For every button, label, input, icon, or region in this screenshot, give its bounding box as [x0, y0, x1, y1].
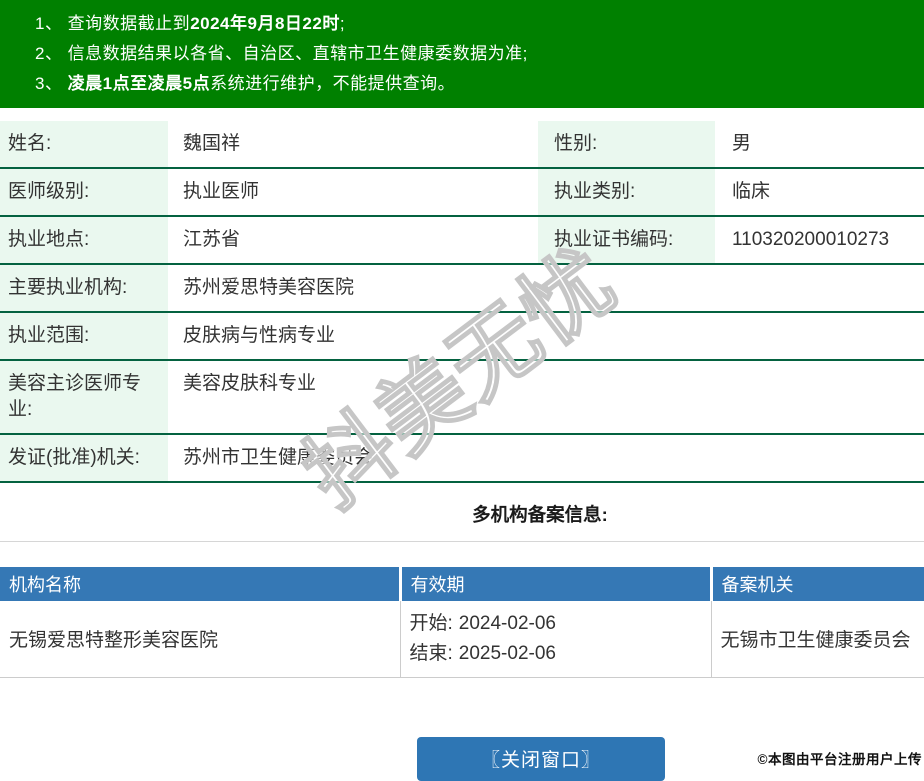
validity-cell: 开始: 2024-02-06 结束: 2025-02-06	[400, 601, 712, 678]
org-table-row: 无锡爱思特整形美容医院 开始: 2024-02-06 结束: 2025-02-06 …	[0, 601, 924, 678]
section-title-multi-org: 多机构备案信息:	[472, 504, 608, 525]
column-header-authority: 备案机关	[711, 567, 924, 601]
field-value-name: 魏国祥	[168, 121, 538, 169]
field-label-practice-place: 执业地点:	[0, 216, 168, 265]
field-label-cert-number: 执业证书编码:	[538, 216, 715, 265]
field-label-main-institution: 主要执业机构:	[0, 264, 168, 313]
field-label-practice-class: 执业类别:	[538, 168, 715, 217]
column-header-validity: 有效期	[400, 567, 713, 601]
notice-line-2: 2、 信息数据结果以各省、自治区、直辖市卫生健康委数据为准;	[35, 44, 528, 63]
authority-cell: 无锡市卫生健康委员会	[711, 601, 924, 678]
validity-end: 结束: 2025-02-06	[409, 642, 556, 664]
field-value-main-institution: 苏州爱思特美容医院	[168, 264, 924, 313]
notice-line-1: 1、 查询数据截止到2024年9月8日22时;	[35, 14, 346, 33]
validity-start: 开始: 2024-02-06	[409, 612, 556, 634]
field-label-practice-scope: 执业范围:	[0, 312, 168, 361]
field-value-practice-scope: 皮肤病与性病专业	[168, 312, 924, 361]
field-value-gender: 男	[715, 121, 924, 169]
copyright-note: ©本图由平台注册用户上传	[757, 752, 922, 767]
table-row: 发证(批准)机关: 苏州市卫生健康委员会	[0, 434, 924, 483]
notice-line-3: 3、 凌晨1点至凌晨5点系统进行维护，不能提供查询。	[35, 74, 456, 93]
doctor-info-table: 姓名: 魏国祥 性别: 男 医师级别: 执业医师 执业类别: 临床 执业地点: …	[0, 121, 924, 483]
table-row: 医师级别: 执业医师 执业类别: 临床	[0, 168, 924, 217]
field-label-cosmetic-specialty: 美容主诊医师专业:	[0, 360, 168, 435]
field-value-cert-number: 110320200010273	[715, 216, 924, 265]
org-name-cell: 无锡爱思特整形美容医院	[0, 601, 401, 678]
field-label-name: 姓名:	[0, 121, 168, 169]
table-row: 美容主诊医师专业: 美容皮肤科专业	[0, 360, 924, 435]
field-label-issuing-authority: 发证(批准)机关:	[0, 434, 168, 483]
org-table-header-row: 机构名称 有效期 备案机关	[0, 567, 924, 601]
field-value-cosmetic-specialty: 美容皮肤科专业	[168, 360, 924, 435]
column-header-org-name: 机构名称	[0, 567, 402, 601]
divider-line	[0, 541, 924, 542]
field-value-issuing-authority: 苏州市卫生健康委员会	[168, 434, 924, 483]
field-value-practice-class: 临床	[715, 168, 924, 217]
multi-org-table: 机构名称 有效期 备案机关 无锡爱思特整形美容医院 开始: 2024-02-06 …	[0, 567, 924, 678]
table-row: 执业范围: 皮肤病与性病专业	[0, 312, 924, 361]
table-row: 主要执业机构: 苏州爱思特美容医院	[0, 264, 924, 313]
table-row: 姓名: 魏国祥 性别: 男	[0, 121, 924, 169]
field-value-doctor-level: 执业医师	[168, 168, 538, 217]
notice-banner: 1、 查询数据截止到2024年9月8日22时; 2、 信息数据结果以各省、自治区…	[0, 0, 924, 108]
field-label-gender: 性别:	[538, 121, 715, 169]
field-value-practice-place: 江苏省	[168, 216, 538, 265]
field-label-doctor-level: 医师级别:	[0, 168, 168, 217]
close-window-button[interactable]: 〖关闭窗口〗	[417, 736, 665, 781]
table-row: 执业地点: 江苏省 执业证书编码: 110320200010273	[0, 216, 924, 265]
